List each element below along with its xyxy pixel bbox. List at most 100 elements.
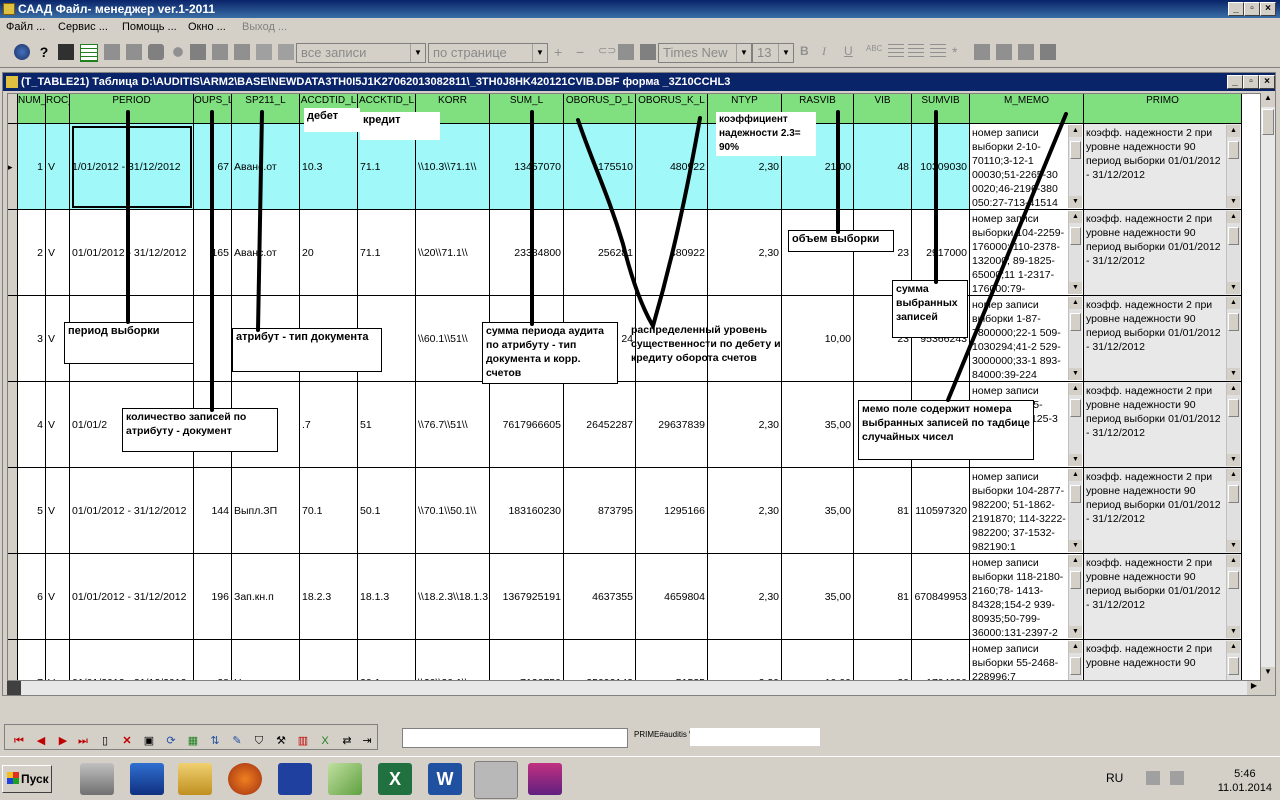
excel-export-icon[interactable]: X	[317, 733, 333, 749]
zoom-out-icon[interactable]: −	[576, 44, 592, 60]
align-right-icon[interactable]	[930, 44, 946, 60]
strikethrough-icon[interactable]: ABC	[866, 44, 882, 60]
link-icon[interactable]: ⊂⊃	[598, 44, 616, 60]
start-button[interactable]: Пуск	[2, 765, 52, 793]
arrow-raspr	[576, 116, 702, 332]
maximize-button[interactable]: ▫	[1244, 2, 1260, 16]
annotation-lines	[126, 110, 1068, 412]
help-icon[interactable]: ?	[36, 44, 52, 60]
word-icon[interactable]: W	[428, 763, 462, 795]
edit-icon[interactable]	[212, 44, 228, 60]
scroll-thumb[interactable]	[1262, 109, 1274, 135]
save-record-icon[interactable]: ▣	[141, 733, 157, 749]
notepad-icon[interactable]	[328, 763, 362, 795]
scroll-left-icon[interactable]	[7, 681, 21, 695]
prev-record-icon[interactable]: ◀	[33, 733, 49, 749]
image-icon[interactable]	[640, 44, 656, 60]
copy-icon[interactable]	[618, 44, 634, 60]
data-grid[interactable]: NUM_ ROC_ PERIOD OUPS_L SP211_L ACCDTID_…	[7, 93, 1261, 681]
print-preview-icon[interactable]	[126, 44, 142, 60]
control-panel-icon[interactable]	[80, 763, 114, 795]
close-button[interactable]: ×	[1260, 2, 1276, 16]
search-icon[interactable]	[170, 44, 186, 60]
zoom-in-icon[interactable]: +	[554, 44, 570, 60]
exit-icon[interactable]: ⇥	[359, 733, 375, 749]
menu-window[interactable]: Окно ...	[188, 21, 226, 33]
export-icon[interactable]: ⇄	[339, 733, 355, 749]
clock-date: 11.01.2014	[1217, 782, 1272, 794]
grid-icon[interactable]	[278, 44, 294, 60]
books2-icon[interactable]	[528, 763, 562, 795]
scroll-right-icon[interactable]: ▶	[1247, 681, 1261, 695]
menu-service[interactable]: Сервис ...	[58, 21, 108, 33]
sort-icon[interactable]	[256, 44, 272, 60]
horizontal-scrollbar[interactable]: ▶	[7, 681, 1261, 695]
next-record-icon[interactable]: ▶	[55, 733, 71, 749]
edit-grid-icon[interactable]: ✎	[229, 733, 245, 749]
page-combo[interactable]: по странице ▼	[428, 43, 548, 63]
delete-record-icon[interactable]: ✕	[119, 733, 135, 749]
clock-time: 5:46	[1234, 768, 1256, 780]
align-center-icon[interactable]	[908, 44, 924, 60]
excel-icon[interactable]: X	[378, 763, 412, 795]
italic-button[interactable]: I	[822, 44, 838, 60]
stop-icon[interactable]	[148, 44, 164, 60]
filter-icon[interactable]	[234, 44, 250, 60]
menu-help[interactable]: Помощь ...	[122, 21, 177, 33]
first-record-icon[interactable]: ⏮	[11, 733, 27, 749]
align-left-icon[interactable]	[888, 44, 904, 60]
child-minimize-button[interactable]: _	[1227, 75, 1243, 89]
table-view-icon[interactable]: ▦	[185, 733, 201, 749]
asterisk-icon[interactable]: *	[952, 44, 968, 60]
child-maximize-button[interactable]: ▫	[1243, 75, 1259, 89]
underline-button[interactable]: U	[844, 44, 860, 60]
clock[interactable]: 5:46 11.01.2014	[1218, 767, 1272, 795]
tools-icon[interactable]: ⚒	[273, 733, 289, 749]
volume-icon[interactable]	[1170, 771, 1184, 785]
folder-icon[interactable]	[178, 763, 212, 795]
window-icon	[6, 76, 18, 88]
refresh-icon[interactable]: ⟳	[163, 733, 179, 749]
scroll-up-icon[interactable]: ▲	[1261, 93, 1275, 107]
child-close-button[interactable]: ×	[1259, 75, 1275, 89]
network-icon[interactable]	[1146, 771, 1160, 785]
bold-button[interactable]: B	[800, 44, 816, 60]
system-tray: RU 5:46 11.01.2014	[1106, 761, 1276, 797]
binoculars-icon[interactable]	[14, 44, 30, 60]
menu-exit[interactable]: Выход ...	[242, 21, 287, 33]
table-icon[interactable]	[80, 44, 98, 62]
size-combo-value: 13	[757, 45, 772, 60]
minimize-button[interactable]: _	[1228, 2, 1244, 16]
new-record-icon[interactable]: ▯	[97, 733, 113, 749]
app-title: САAД Файл- менеджер ver.1-2011	[18, 2, 215, 16]
powershell-icon[interactable]	[130, 763, 164, 795]
menu-bar: Файл ... Сервис ... Помощь ... Окно ... …	[0, 18, 1280, 38]
filter-combo[interactable]: все записи ▼	[296, 43, 426, 63]
find-icon[interactable]	[190, 44, 206, 60]
filter-grid-icon[interactable]: ⛉	[251, 733, 267, 749]
vertical-scrollbar[interactable]: ▲ ▼	[1261, 93, 1275, 681]
calculator-icon[interactable]	[58, 44, 74, 60]
language-indicator[interactable]: RU	[1106, 771, 1123, 785]
last-record-icon[interactable]: ⏭	[75, 733, 91, 749]
print-icon[interactable]	[104, 44, 120, 60]
printer-icon[interactable]	[1018, 44, 1034, 60]
taskbar: Пуск X W RU 5:46 11.01.2014	[0, 756, 1280, 800]
filter-combo-value: все записи	[301, 45, 367, 60]
status-input[interactable]	[402, 728, 628, 748]
size-combo[interactable]: 13 ▼	[752, 43, 794, 63]
chevron-down-icon: ▼	[778, 44, 793, 62]
firefox-icon[interactable]	[228, 763, 262, 795]
books-icon[interactable]	[474, 761, 518, 799]
chart-icon[interactable]: ▥	[295, 733, 311, 749]
page-combo-value: по странице	[433, 45, 507, 60]
chevron-down-icon: ▼	[532, 44, 547, 62]
fill-icon[interactable]	[996, 44, 1012, 60]
save-icon[interactable]	[278, 763, 312, 795]
color-icon[interactable]	[974, 44, 990, 60]
menu-file[interactable]: Файл ...	[6, 21, 45, 33]
font-combo[interactable]: Times New ▼	[658, 43, 752, 63]
sort-az-icon[interactable]: ⇅	[207, 733, 223, 749]
scroll-down-icon[interactable]: ▼	[1261, 667, 1275, 681]
disk-icon[interactable]	[1040, 44, 1056, 60]
